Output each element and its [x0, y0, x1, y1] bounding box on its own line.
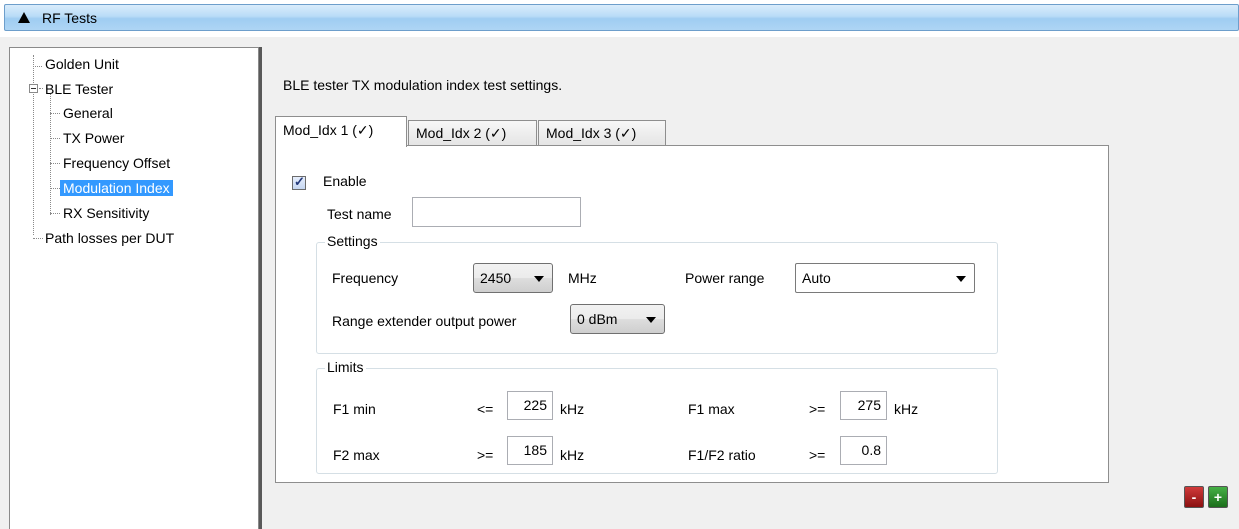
- tree-item-label: General: [63, 105, 113, 121]
- settings-tree[interactable]: Golden Unit BLE Tester General TX Power …: [9, 47, 259, 529]
- frequency-select[interactable]: 2450: [473, 263, 553, 293]
- settings-group-title: Settings: [325, 233, 380, 249]
- tree-item-label: Frequency Offset: [63, 155, 171, 171]
- frequency-unit: MHz: [568, 270, 597, 286]
- remove-test-button[interactable]: -: [1184, 486, 1204, 508]
- chevron-down-icon: [646, 317, 656, 323]
- tree-connector: [33, 66, 42, 67]
- collapse-bar[interactable]: RF Tests: [4, 4, 1239, 31]
- tree-connector: [50, 213, 60, 214]
- tab-mod-idx-3[interactable]: Mod_Idx 3 (✓): [538, 120, 666, 146]
- range-extender-label: Range extender output power: [332, 313, 517, 329]
- power-range-select[interactable]: Auto: [795, 263, 975, 293]
- frequency-value: 2450: [480, 270, 512, 286]
- tree-item-ble-tester[interactable]: BLE Tester: [42, 78, 116, 100]
- f1-max-label: F1 max: [688, 401, 735, 417]
- tree-item-label: Modulation Index: [60, 180, 173, 196]
- collapse-arrow-icon[interactable]: [17, 11, 31, 25]
- tree-connector: [33, 55, 34, 235]
- f1-max-unit: kHz: [894, 401, 919, 417]
- power-range-value: Auto: [802, 270, 831, 286]
- tree-connector: [50, 138, 60, 139]
- ratio-input[interactable]: 0.8: [840, 436, 887, 465]
- f1-min-input[interactable]: 225: [507, 391, 553, 420]
- tree-connector: [50, 163, 60, 164]
- enable-label: Enable: [323, 173, 367, 189]
- test-name-label: Test name: [327, 206, 392, 222]
- tree-item-modulation-index[interactable]: Modulation Index: [60, 177, 173, 199]
- chevron-down-icon: [956, 276, 966, 282]
- f1-max-operator: >=: [809, 401, 826, 417]
- tab-page: Enable Test name Settings Frequency 2450…: [275, 145, 1109, 483]
- tab-mod-idx-2[interactable]: Mod_Idx 2 (✓): [408, 120, 537, 146]
- range-extender-select[interactable]: 0 dBm: [570, 304, 665, 334]
- f2-max-input[interactable]: 185: [507, 436, 553, 465]
- tree-item-path-losses[interactable]: Path losses per DUT: [42, 227, 177, 249]
- add-test-button[interactable]: +: [1208, 486, 1228, 508]
- f1-min-operator: <=: [477, 401, 494, 417]
- tree-item-label: TX Power: [63, 130, 125, 146]
- tree-item-tx-power[interactable]: TX Power: [60, 127, 127, 149]
- f2-max-unit: kHz: [560, 447, 585, 463]
- limits-group: Limits F1 min <= 225 kHz F1 max >= 275 k…: [316, 359, 998, 474]
- panel-description: BLE tester TX modulation index test sett…: [283, 77, 563, 93]
- section-title: RF Tests: [42, 10, 97, 26]
- tree-connector: [50, 188, 60, 189]
- frequency-label: Frequency: [332, 270, 399, 286]
- tree-item-frequency-offset[interactable]: Frequency Offset: [60, 152, 173, 174]
- settings-panel: BLE tester TX modulation index test sett…: [262, 47, 1239, 529]
- tree-item-general[interactable]: General: [60, 102, 116, 124]
- tree-item-golden-unit[interactable]: Golden Unit: [42, 53, 122, 75]
- f1-min-label: F1 min: [333, 401, 376, 417]
- tab-mod-idx-1[interactable]: Mod_Idx 1 (✓): [275, 116, 407, 147]
- tree-connector: [50, 113, 60, 114]
- power-range-label: Power range: [685, 270, 765, 286]
- f1-max-input[interactable]: 275: [840, 391, 887, 420]
- chevron-down-icon: [534, 276, 544, 282]
- range-extender-value: 0 dBm: [577, 311, 618, 327]
- ratio-operator: >=: [809, 447, 826, 463]
- f2-max-label: F2 max: [333, 447, 380, 463]
- test-name-input[interactable]: [412, 197, 581, 227]
- tree-item-label: RX Sensitivity: [63, 205, 150, 221]
- f2-max-operator: >=: [477, 447, 494, 463]
- tree-item-rx-sensitivity[interactable]: RX Sensitivity: [60, 202, 152, 224]
- settings-group: Settings Frequency 2450 MHz Power range …: [316, 233, 998, 354]
- ratio-label: F1/F2 ratio: [688, 447, 756, 463]
- enable-checkbox[interactable]: [292, 174, 306, 190]
- section-header: RF Tests: [0, 0, 1239, 37]
- tree-item-label: Golden Unit: [45, 56, 119, 72]
- tree-item-label: BLE Tester: [45, 81, 114, 97]
- limits-group-title: Limits: [325, 359, 366, 375]
- tree-item-label: Path losses per DUT: [45, 230, 175, 246]
- collapse-node-icon[interactable]: [29, 84, 38, 93]
- f1-min-unit: kHz: [560, 401, 585, 417]
